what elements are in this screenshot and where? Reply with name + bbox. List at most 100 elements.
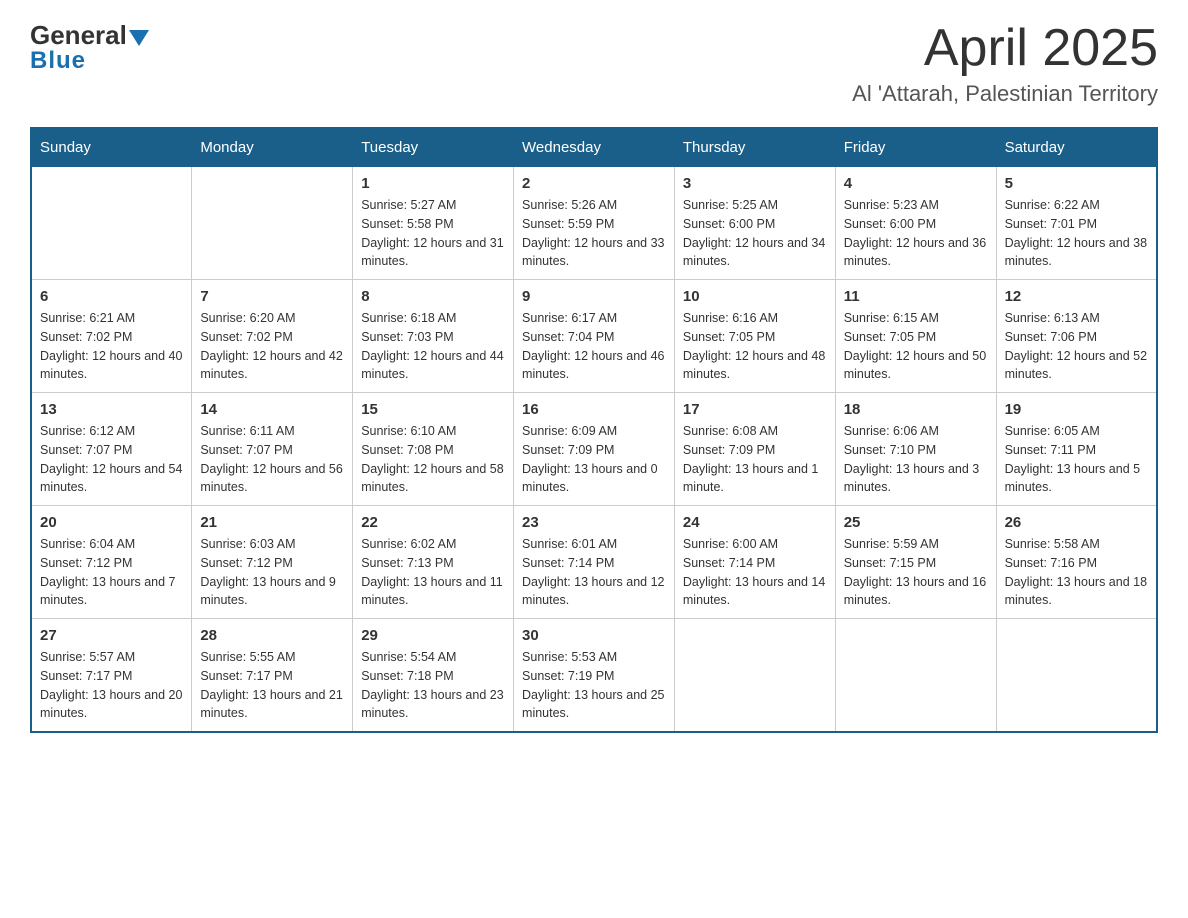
calendar-cell bbox=[835, 619, 996, 733]
day-info: Sunrise: 5:54 AMSunset: 7:18 PMDaylight:… bbox=[361, 648, 505, 723]
day-number: 28 bbox=[200, 627, 344, 644]
location-title: Al 'Attarah, Palestinian Territory bbox=[852, 81, 1158, 107]
day-info: Sunrise: 5:55 AMSunset: 7:17 PMDaylight:… bbox=[200, 648, 344, 723]
day-info: Sunrise: 5:27 AMSunset: 5:58 PMDaylight:… bbox=[361, 196, 505, 271]
calendar-cell: 14Sunrise: 6:11 AMSunset: 7:07 PMDayligh… bbox=[192, 393, 353, 506]
day-info: Sunrise: 5:57 AMSunset: 7:17 PMDaylight:… bbox=[40, 648, 183, 723]
calendar-cell: 8Sunrise: 6:18 AMSunset: 7:03 PMDaylight… bbox=[353, 280, 514, 393]
day-number: 20 bbox=[40, 514, 183, 531]
day-info: Sunrise: 5:58 AMSunset: 7:16 PMDaylight:… bbox=[1005, 535, 1148, 610]
day-info: Sunrise: 5:25 AMSunset: 6:00 PMDaylight:… bbox=[683, 196, 827, 271]
calendar-cell: 27 Sunrise: 5:57 AMSunset: 7:17 PMDayligh… bbox=[31, 619, 192, 733]
day-number: 4 bbox=[844, 175, 988, 192]
calendar-cell bbox=[996, 619, 1157, 733]
day-number: 3 bbox=[683, 175, 827, 192]
day-info: Sunrise: 6:06 AMSunset: 7:10 PMDaylight:… bbox=[844, 422, 988, 497]
day-info: Sunrise: 5:26 AMSunset: 5:59 PMDaylight:… bbox=[522, 196, 666, 271]
logo-blue-text: Blue bbox=[30, 47, 86, 75]
day-info: Sunrise: 5:23 AMSunset: 6:00 PMDaylight:… bbox=[844, 196, 988, 271]
calendar-cell: 19 Sunrise: 6:05 AMSunset: 7:11 PMDayligh… bbox=[996, 393, 1157, 506]
day-number: 11 bbox=[844, 288, 988, 305]
day-number: 12 bbox=[1005, 288, 1148, 305]
logo-triangle-icon bbox=[129, 30, 149, 46]
day-header-saturday: Saturday bbox=[996, 128, 1157, 167]
calendar-cell: 4 Sunrise: 5:23 AMSunset: 6:00 PMDaylight… bbox=[835, 167, 996, 280]
calendar-week-row: 6 Sunrise: 6:21 AMSunset: 7:02 PMDaylight… bbox=[31, 280, 1157, 393]
calendar-cell bbox=[31, 167, 192, 280]
day-info: Sunrise: 6:16 AMSunset: 7:05 PMDaylight:… bbox=[683, 309, 827, 384]
day-number: 17 bbox=[683, 401, 827, 418]
calendar-table: SundayMondayTuesdayWednesdayThursdayFrid… bbox=[30, 127, 1158, 733]
day-info: Sunrise: 6:00 AMSunset: 7:14 PMDaylight:… bbox=[683, 535, 827, 610]
calendar-week-row: 1 Sunrise: 5:27 AMSunset: 5:58 PMDaylight… bbox=[31, 167, 1157, 280]
calendar-cell: 1 Sunrise: 5:27 AMSunset: 5:58 PMDaylight… bbox=[353, 167, 514, 280]
day-number: 24 bbox=[683, 514, 827, 531]
day-number: 30 bbox=[522, 627, 666, 644]
day-number: 14 bbox=[200, 401, 344, 418]
calendar-cell: 5Sunrise: 6:22 AMSunset: 7:01 PMDaylight… bbox=[996, 167, 1157, 280]
calendar-cell: 22 Sunrise: 6:02 AMSunset: 7:13 PMDayligh… bbox=[353, 506, 514, 619]
day-header-tuesday: Tuesday bbox=[353, 128, 514, 167]
day-number: 7 bbox=[200, 288, 344, 305]
calendar-cell: 25Sunrise: 5:59 AMSunset: 7:15 PMDayligh… bbox=[835, 506, 996, 619]
day-number: 19 bbox=[1005, 401, 1148, 418]
day-info: Sunrise: 5:53 AMSunset: 7:19 PMDaylight:… bbox=[522, 648, 666, 723]
day-number: 15 bbox=[361, 401, 505, 418]
calendar-cell: 3 Sunrise: 5:25 AMSunset: 6:00 PMDaylight… bbox=[674, 167, 835, 280]
calendar-week-row: 27 Sunrise: 5:57 AMSunset: 7:17 PMDayligh… bbox=[31, 619, 1157, 733]
calendar-cell: 9Sunrise: 6:17 AMSunset: 7:04 PMDaylight… bbox=[514, 280, 675, 393]
day-info: Sunrise: 6:08 AMSunset: 7:09 PMDaylight:… bbox=[683, 422, 827, 497]
day-info: Sunrise: 6:13 AMSunset: 7:06 PMDaylight:… bbox=[1005, 309, 1148, 384]
day-info: Sunrise: 6:09 AMSunset: 7:09 PMDaylight:… bbox=[522, 422, 666, 497]
day-info: Sunrise: 6:05 AMSunset: 7:11 PMDaylight:… bbox=[1005, 422, 1148, 497]
day-header-friday: Friday bbox=[835, 128, 996, 167]
calendar-cell bbox=[674, 619, 835, 733]
day-number: 2 bbox=[522, 175, 666, 192]
day-number: 6 bbox=[40, 288, 183, 305]
day-info: Sunrise: 6:22 AMSunset: 7:01 PMDaylight:… bbox=[1005, 196, 1148, 271]
day-number: 1 bbox=[361, 175, 505, 192]
calendar-cell: 13Sunrise: 6:12 AMSunset: 7:07 PMDayligh… bbox=[31, 393, 192, 506]
day-info: Sunrise: 6:21 AMSunset: 7:02 PMDaylight:… bbox=[40, 309, 183, 384]
day-number: 10 bbox=[683, 288, 827, 305]
day-info: Sunrise: 6:02 AMSunset: 7:13 PMDaylight:… bbox=[361, 535, 505, 610]
day-info: Sunrise: 6:12 AMSunset: 7:07 PMDaylight:… bbox=[40, 422, 183, 497]
calendar-cell: 24 Sunrise: 6:00 AMSunset: 7:14 PMDayligh… bbox=[674, 506, 835, 619]
calendar-cell: 12 Sunrise: 6:13 AMSunset: 7:06 PMDayligh… bbox=[996, 280, 1157, 393]
day-header-thursday: Thursday bbox=[674, 128, 835, 167]
logo: General Blue bbox=[30, 20, 149, 75]
day-number: 26 bbox=[1005, 514, 1148, 531]
day-number: 27 bbox=[40, 627, 183, 644]
calendar-cell: 10 Sunrise: 6:16 AMSunset: 7:05 PMDayligh… bbox=[674, 280, 835, 393]
day-number: 29 bbox=[361, 627, 505, 644]
calendar-cell: 26 Sunrise: 5:58 AMSunset: 7:16 PMDayligh… bbox=[996, 506, 1157, 619]
day-header-monday: Monday bbox=[192, 128, 353, 167]
calendar-cell: 16 Sunrise: 6:09 AMSunset: 7:09 PMDayligh… bbox=[514, 393, 675, 506]
day-number: 25 bbox=[844, 514, 988, 531]
day-info: Sunrise: 6:15 AMSunset: 7:05 PMDaylight:… bbox=[844, 309, 988, 384]
calendar-cell: 30 Sunrise: 5:53 AMSunset: 7:19 PMDayligh… bbox=[514, 619, 675, 733]
calendar-cell: 28 Sunrise: 5:55 AMSunset: 7:17 PMDayligh… bbox=[192, 619, 353, 733]
day-number: 16 bbox=[522, 401, 666, 418]
day-number: 18 bbox=[844, 401, 988, 418]
day-info: Sunrise: 6:20 AMSunset: 7:02 PMDaylight:… bbox=[200, 309, 344, 384]
calendar-cell: 29 Sunrise: 5:54 AMSunset: 7:18 PMDayligh… bbox=[353, 619, 514, 733]
day-info: Sunrise: 6:18 AMSunset: 7:03 PMDaylight:… bbox=[361, 309, 505, 384]
calendar-week-row: 20 Sunrise: 6:04 AMSunset: 7:12 PMDayligh… bbox=[31, 506, 1157, 619]
day-number: 22 bbox=[361, 514, 505, 531]
calendar-cell: 18 Sunrise: 6:06 AMSunset: 7:10 PMDayligh… bbox=[835, 393, 996, 506]
calendar-cell: 7 Sunrise: 6:20 AMSunset: 7:02 PMDaylight… bbox=[192, 280, 353, 393]
calendar-cell: 20 Sunrise: 6:04 AMSunset: 7:12 PMDayligh… bbox=[31, 506, 192, 619]
day-header-wednesday: Wednesday bbox=[514, 128, 675, 167]
day-info: Sunrise: 6:04 AMSunset: 7:12 PMDaylight:… bbox=[40, 535, 183, 610]
day-info: Sunrise: 6:03 AMSunset: 7:12 PMDaylight:… bbox=[200, 535, 344, 610]
calendar-week-row: 13Sunrise: 6:12 AMSunset: 7:07 PMDayligh… bbox=[31, 393, 1157, 506]
day-info: Sunrise: 6:01 AMSunset: 7:14 PMDaylight:… bbox=[522, 535, 666, 610]
title-block: April 2025 Al 'Attarah, Palestinian Terr… bbox=[852, 20, 1158, 107]
day-number: 21 bbox=[200, 514, 344, 531]
day-info: Sunrise: 6:10 AMSunset: 7:08 PMDaylight:… bbox=[361, 422, 505, 497]
calendar-cell: 17 Sunrise: 6:08 AMSunset: 7:09 PMDayligh… bbox=[674, 393, 835, 506]
calendar-cell: 6 Sunrise: 6:21 AMSunset: 7:02 PMDaylight… bbox=[31, 280, 192, 393]
month-title: April 2025 bbox=[852, 20, 1158, 77]
day-number: 23 bbox=[522, 514, 666, 531]
